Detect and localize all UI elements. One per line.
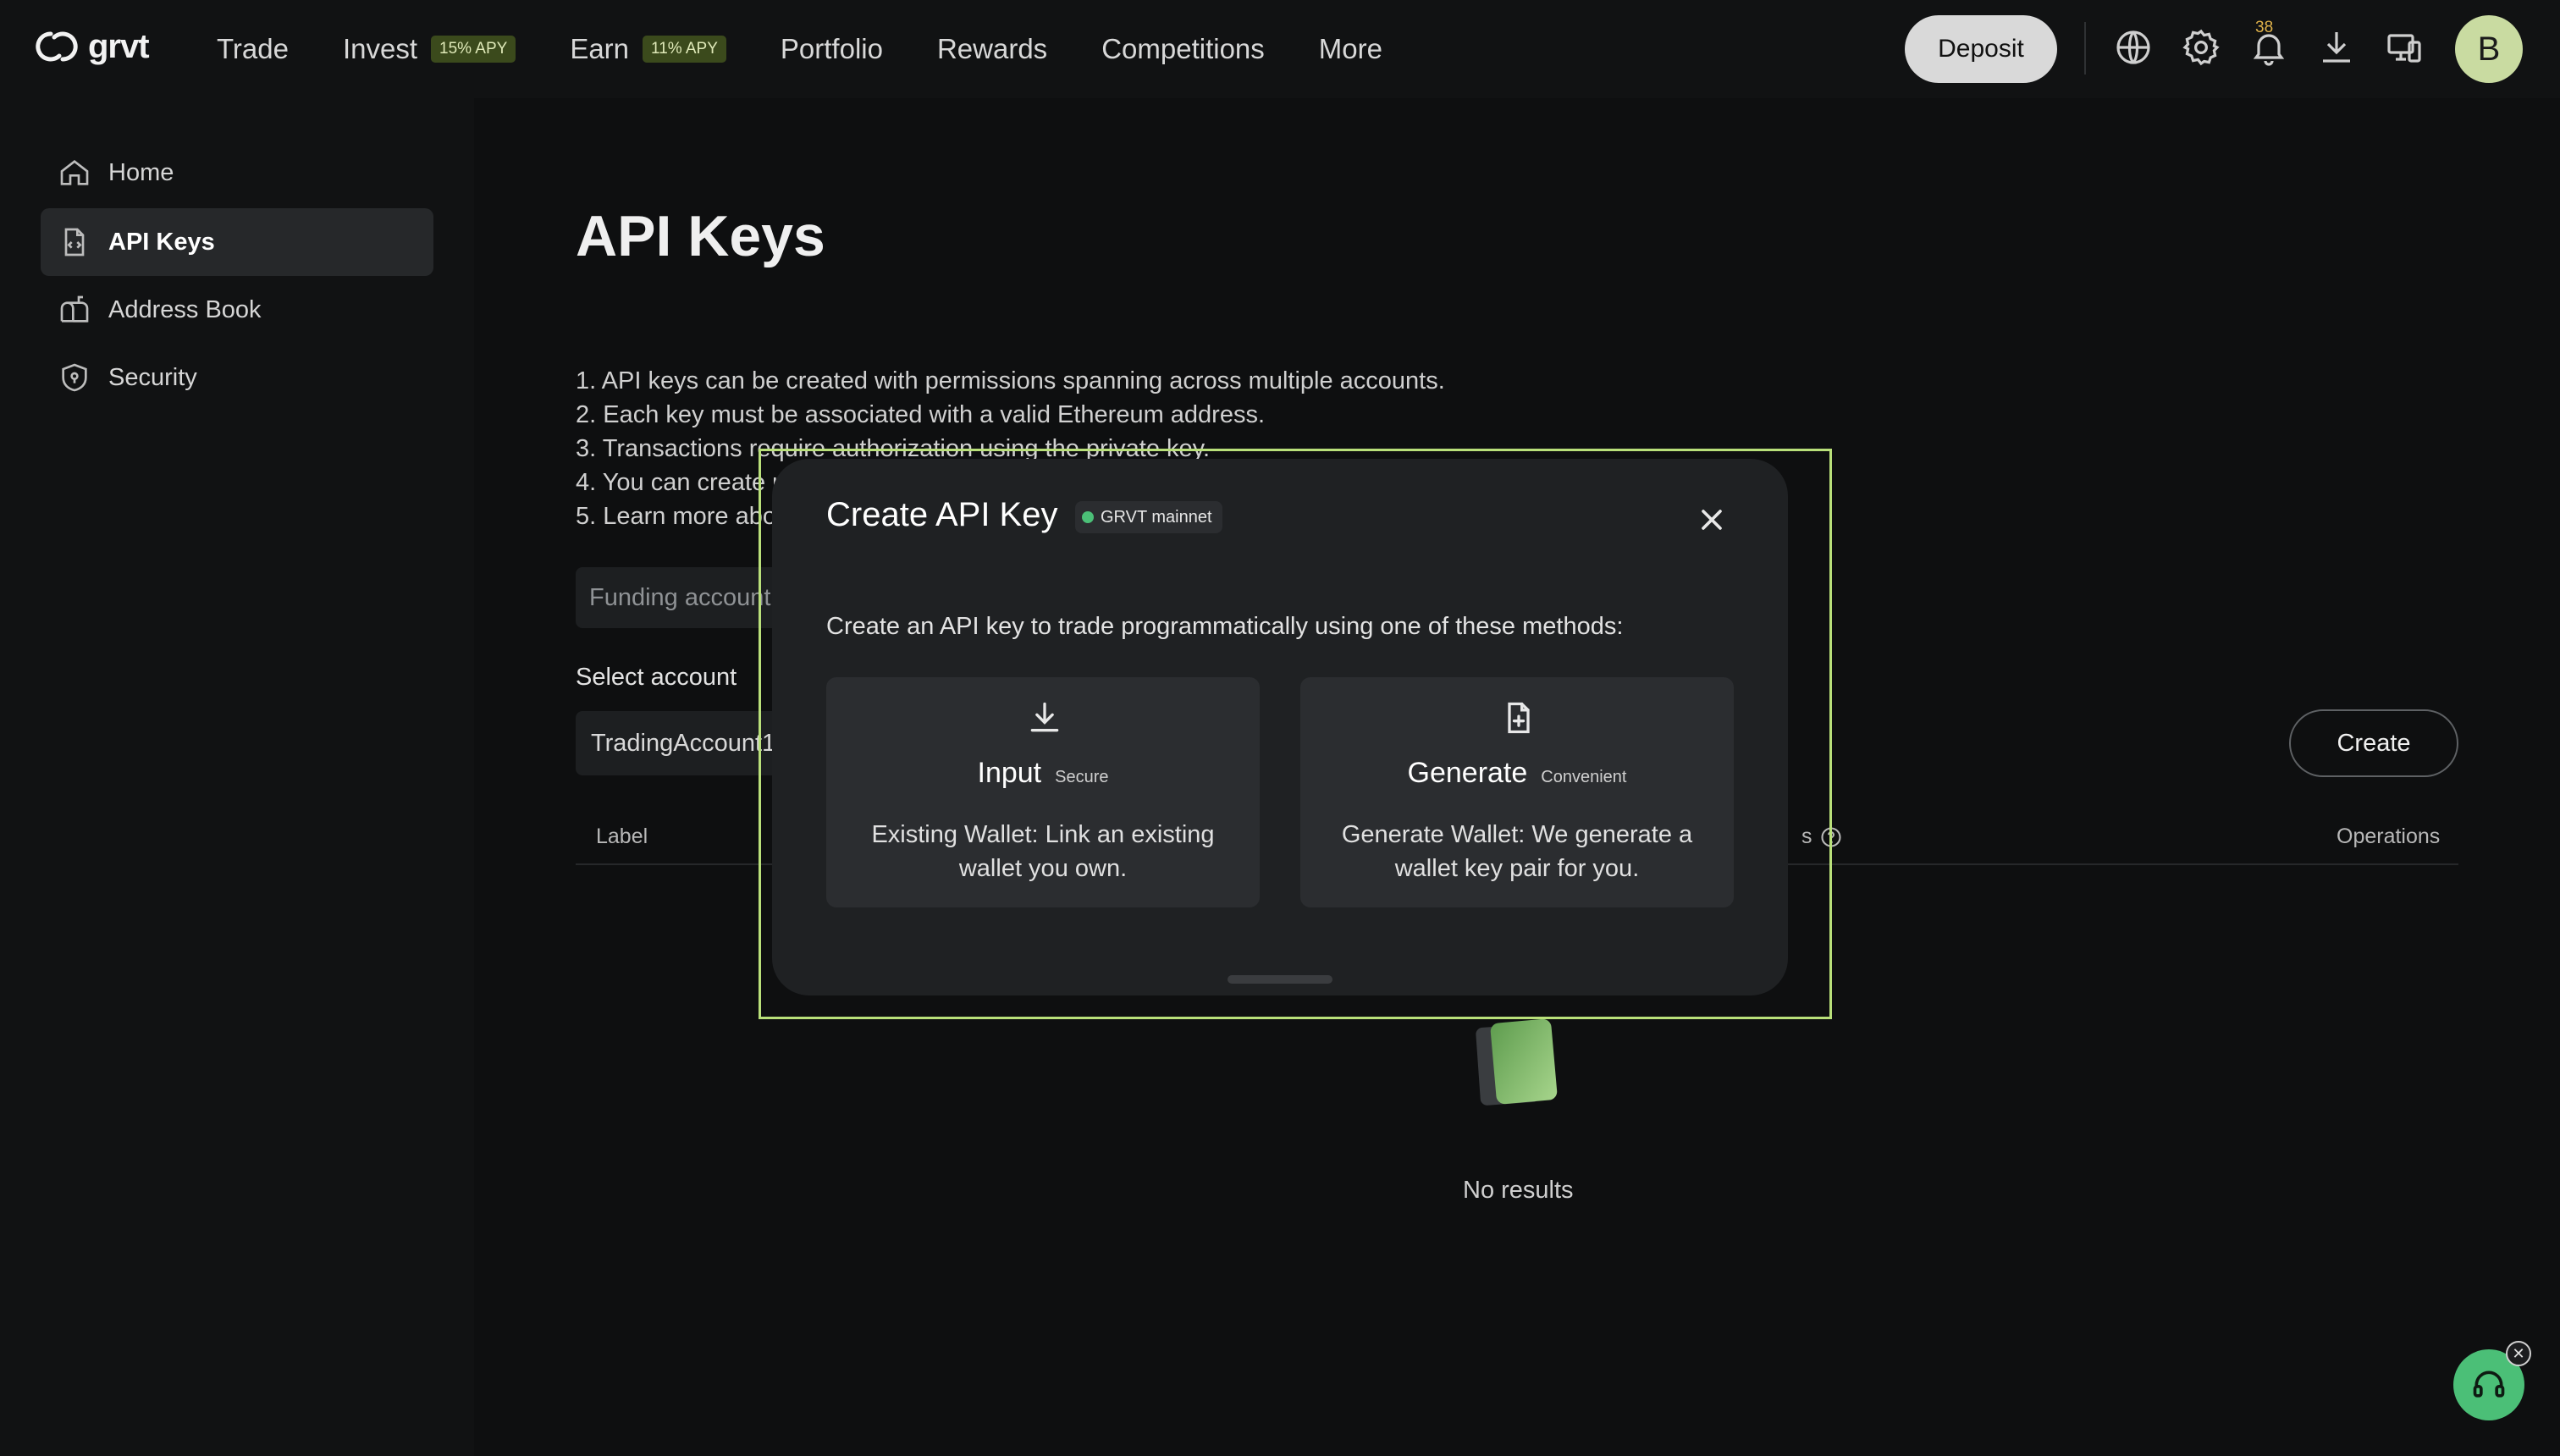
- table-header-label: Label: [596, 825, 648, 848]
- page-title: API Keys: [576, 204, 825, 268]
- empty-state-illustration: [1473, 1014, 1561, 1109]
- deposit-button[interactable]: Deposit: [1905, 15, 2057, 83]
- grvt-logo-icon: [36, 31, 78, 62]
- create-button[interactable]: Create: [2289, 709, 2458, 777]
- nav-earn-label: Earn: [570, 33, 630, 64]
- modal-title: Create API Key: [826, 496, 1058, 533]
- rule-item: 1. API keys can be created with permissi…: [576, 367, 1445, 394]
- close-icon[interactable]: [1695, 503, 1729, 537]
- sidebar-item-label: Home: [108, 158, 174, 186]
- select-account-label: Select account: [576, 664, 737, 691]
- method-title: Generate: [1407, 757, 1528, 789]
- method-tag: Convenient: [1541, 768, 1627, 786]
- file-plus-icon: [1500, 699, 1537, 736]
- download-icon[interactable]: [2316, 27, 2357, 68]
- rule-item: 2. Each key must be associated with a va…: [576, 401, 1266, 428]
- shield-icon: [62, 363, 87, 392]
- nav-divider: [2084, 22, 2086, 74]
- help-icon[interactable]: [1819, 825, 1843, 849]
- empty-state-text: No results: [1463, 1177, 1574, 1204]
- method-heading: Input Secure: [826, 757, 1260, 790]
- method-card-input[interactable]: Input Secure Existing Wallet: Link an ex…: [826, 677, 1260, 907]
- download-icon: [1026, 699, 1063, 736]
- brand-logo[interactable]: grvt: [32, 27, 150, 66]
- invest-apy-badge: 15% APY: [431, 36, 516, 63]
- support-close-icon[interactable]: ✕: [2506, 1341, 2531, 1366]
- sidebar-item-label: Address Book: [108, 295, 262, 323]
- devices-icon[interactable]: [2384, 27, 2425, 68]
- create-api-key-dialog: Create API Key GRVT mainnet Create an AP…: [772, 459, 1788, 995]
- table-header-permissions: s: [1801, 825, 1843, 849]
- sidebar-item-api-keys[interactable]: API Keys: [41, 208, 433, 276]
- nav-trade[interactable]: Trade: [217, 33, 289, 65]
- headset-icon: [2473, 1371, 2505, 1398]
- method-description: Generate Wallet: We generate a wallet ke…: [1341, 821, 1693, 882]
- modal-description: Create an API key to trade programmatica…: [826, 613, 1624, 640]
- network-status-dot: [1082, 511, 1094, 523]
- main-menu: Trade Invest 15% APY Earn 11% APY Portfo…: [217, 0, 1437, 98]
- nav-rewards-label: Rewards: [936, 33, 1048, 64]
- top-navigation: grvt Trade Invest 15% APY Earn 11% APY P…: [0, 0, 2560, 98]
- notification-count: 38: [2255, 19, 2274, 36]
- nav-invest-label: Invest: [342, 33, 418, 64]
- sidebar-item-security[interactable]: Security: [41, 344, 433, 411]
- method-title: Input: [977, 757, 1042, 789]
- table-header-operations: Operations: [2337, 825, 2441, 848]
- nav-competitions-label: Competitions: [1101, 33, 1265, 64]
- gear-icon[interactable]: [2181, 27, 2221, 68]
- modal-drag-handle[interactable]: [1228, 975, 1332, 984]
- nav-more-label: More: [1318, 33, 1382, 64]
- nav-trade-label: Trade: [217, 33, 289, 64]
- globe-icon[interactable]: [2113, 27, 2154, 68]
- network-badge: GRVT mainnet: [1075, 501, 1222, 533]
- brand-name: grvt: [88, 27, 150, 65]
- nav-invest[interactable]: Invest 15% APY: [343, 33, 516, 65]
- document-code-icon: [64, 228, 85, 256]
- nav-earn[interactable]: Earn 11% APY: [570, 33, 726, 65]
- nav-competitions[interactable]: Competitions: [1101, 33, 1265, 65]
- sidebar-item-address-book[interactable]: Address Book: [41, 276, 433, 344]
- sidebar: Home API Keys Address Book Security: [0, 98, 474, 1456]
- nav-more[interactable]: More: [1319, 33, 1382, 65]
- method-description: Existing Wallet: Link an existing wallet…: [871, 821, 1215, 882]
- sidebar-item-label: API Keys: [108, 228, 215, 256]
- sidebar-item-home[interactable]: Home: [41, 139, 433, 207]
- mailbox-icon: [60, 295, 89, 323]
- method-card-generate[interactable]: Generate Convenient Generate Wallet: We …: [1300, 677, 1734, 907]
- method-tag: Secure: [1055, 768, 1109, 786]
- network-name: GRVT mainnet: [1101, 507, 1212, 527]
- home-icon: [60, 159, 89, 185]
- nav-portfolio[interactable]: Portfolio: [781, 33, 883, 65]
- nav-portfolio-label: Portfolio: [780, 33, 883, 64]
- method-heading: Generate Convenient: [1300, 757, 1734, 790]
- nav-rewards[interactable]: Rewards: [937, 33, 1047, 65]
- sidebar-item-label: Security: [108, 363, 197, 391]
- table-header-permissions-text: s: [1801, 825, 1812, 848]
- avatar[interactable]: B: [2455, 15, 2523, 83]
- earn-apy-badge: 11% APY: [643, 36, 726, 63]
